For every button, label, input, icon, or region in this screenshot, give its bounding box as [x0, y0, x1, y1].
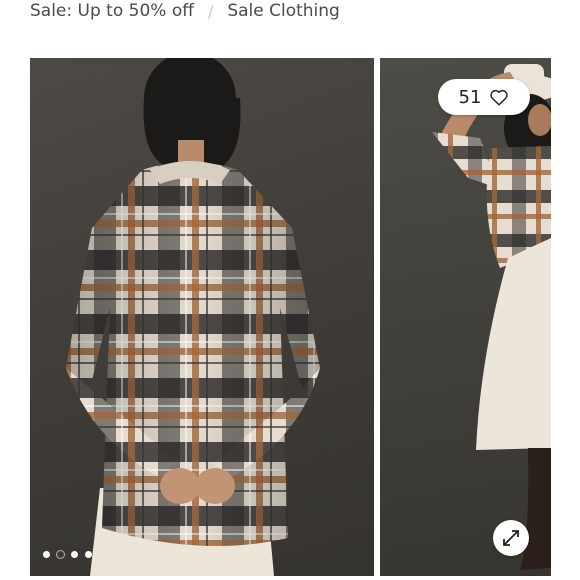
product-image-main[interactable] [30, 58, 374, 576]
breadcrumb-separator: / [207, 1, 214, 21]
product-image-next[interactable] [380, 58, 551, 576]
carousel-dot-active[interactable] [57, 551, 64, 558]
product-page: Sale: Up to 50% off / Sale Clothing 51 [0, 0, 580, 580]
product-image-gallery[interactable] [0, 58, 580, 578]
plaid-shirt-model-image [432, 64, 551, 570]
carousel-dot[interactable] [43, 551, 50, 558]
breadcrumb: Sale: Up to 50% off / Sale Clothing [30, 0, 340, 25]
breadcrumb-link-sale-clothing[interactable]: Sale Clothing [227, 1, 340, 21]
plaid-shirt-back-image [66, 58, 320, 576]
expand-image-button[interactable] [493, 520, 529, 556]
like-button[interactable]: 51 [438, 79, 530, 115]
expand-arrows-icon [503, 530, 519, 546]
carousel-dots [43, 551, 92, 558]
carousel-dot[interactable] [71, 551, 78, 558]
breadcrumb-link-sale[interactable]: Sale: Up to 50% off [30, 1, 194, 21]
like-count: 51 [458, 86, 482, 108]
heart-icon [490, 89, 509, 106]
carousel-dot[interactable] [85, 551, 92, 558]
